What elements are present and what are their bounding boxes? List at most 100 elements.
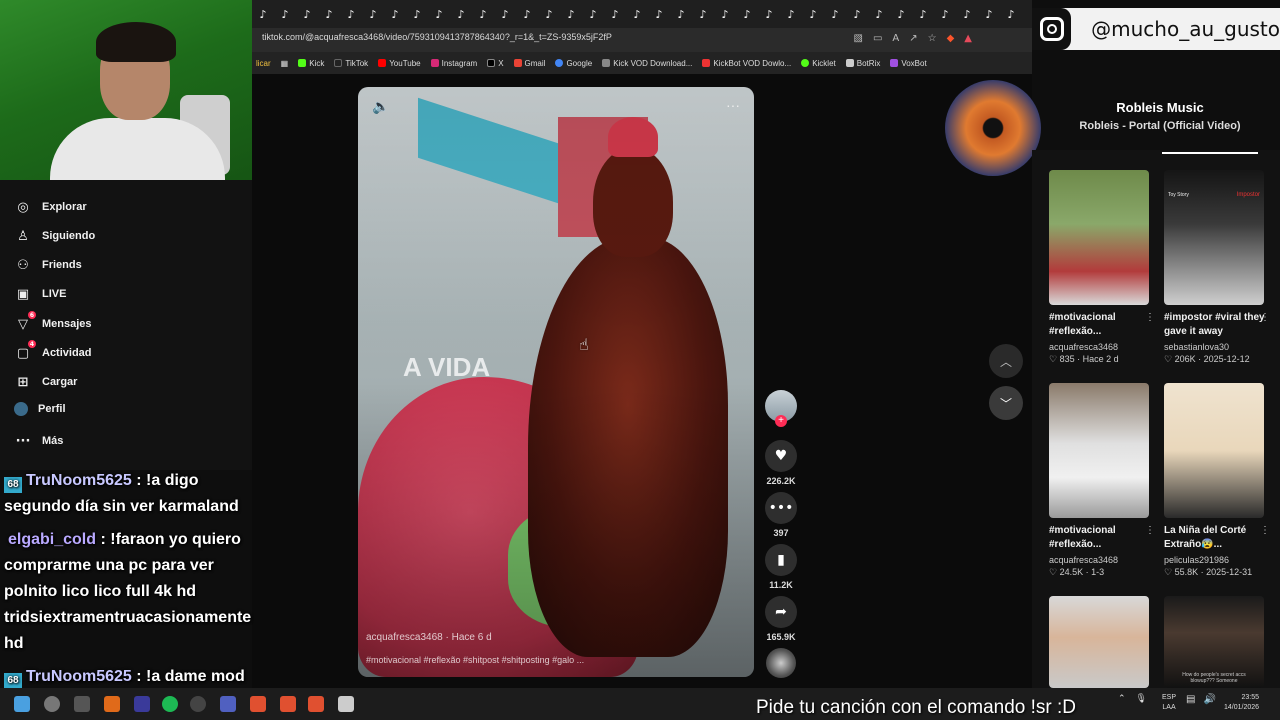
browser-tab-tiktok-icon[interactable]: ♪ (516, 0, 538, 28)
video-thumbnail[interactable] (1164, 383, 1264, 518)
bookmark-x[interactable]: X (487, 59, 504, 68)
browser-tab-tiktok-icon[interactable]: ♪ (978, 0, 1000, 28)
recommendation-card[interactable]: #motivacional #reflexão... acquafresca34… (1049, 170, 1155, 365)
music-widget[interactable]: Robleis Music Robleis - Portal (Official… (935, 70, 1280, 176)
recommendation-card[interactable] (1049, 596, 1151, 688)
browser-tab-tiktok-icon[interactable]: ♪ (670, 0, 692, 28)
browser-tab-tiktok-icon[interactable]: ♪ (1000, 0, 1022, 28)
next-video-chevron-down-icon[interactable]: ﹀ (989, 386, 1023, 420)
browser-tab-tiktok-icon[interactable]: ♪ (824, 0, 846, 28)
apps-grid-icon[interactable]: ▦ (281, 59, 289, 68)
search-icon[interactable] (44, 696, 60, 712)
spotify-icon[interactable] (162, 696, 178, 712)
cast-icon[interactable]: ▭ (873, 33, 882, 44)
bookmark-kickbot-vod[interactable]: KickBot VOD Dowlo... (702, 59, 791, 68)
video-thumbnail[interactable] (1049, 383, 1149, 518)
video-player[interactable]: A VIDA 🔈 ··· acquafresca3468 · Hace 6 d … (358, 87, 754, 677)
video-thumbnail[interactable] (1049, 596, 1149, 688)
browser-tab-tiktok-icon[interactable]: ♪ (538, 0, 560, 28)
music-disc-icon[interactable] (945, 80, 1041, 176)
card-author[interactable]: acquafresca3468 (1049, 555, 1151, 565)
previous-video-chevron-up-icon[interactable]: ︿ (989, 344, 1023, 378)
task-view-icon[interactable] (74, 696, 90, 712)
brave-icon[interactable] (308, 696, 324, 712)
browser-tab-tiktok-icon[interactable]: ♪ (802, 0, 824, 28)
browser-tab-tiktok-icon[interactable]: ♪ (934, 0, 956, 28)
sidebar-item-perfil[interactable]: Perfil (14, 402, 66, 416)
bookmark-google[interactable]: Google (555, 59, 592, 68)
translate-icon[interactable]: A (892, 33, 899, 44)
sidebar-item-siguiendo[interactable]: ♙ Siguiendo (14, 227, 95, 245)
obs-icon[interactable] (190, 696, 206, 712)
heart-icon[interactable]: ♥ (765, 440, 797, 472)
brave-icon[interactable] (250, 696, 266, 712)
follow-plus-icon[interactable]: + (775, 415, 787, 427)
browser-tab-tiktok-icon[interactable]: ♪ (956, 0, 978, 28)
recommendation-card[interactable]: #motivacional #reflexão... acquafresca34… (1049, 383, 1155, 578)
sidebar-item-mas[interactable]: ··· Más (14, 432, 64, 450)
card-more-icon[interactable]: ⋮ (1260, 525, 1270, 536)
share-action[interactable]: ➦ 165.9K (764, 596, 798, 642)
recommendation-card[interactable]: How do people's secret accs blowup??? So… (1164, 596, 1266, 688)
bookmark-kick[interactable]: Kick (298, 59, 324, 68)
browser-tab-tiktok-icon[interactable]: ♪ (560, 0, 582, 28)
file-icon[interactable] (338, 696, 354, 712)
bookmark-voxbot[interactable]: VoxBot (890, 59, 927, 68)
browser-tab-tiktok-icon[interactable]: ♪ (582, 0, 604, 28)
windows-start-icon[interactable] (14, 696, 30, 712)
brave-icon[interactable] (280, 696, 296, 712)
browser-tab-tiktok-icon[interactable]: ♪ (252, 0, 274, 28)
browser-tab-tiktok-icon[interactable]: ♪ (846, 0, 868, 28)
browser-tab-tiktok-icon[interactable]: ♪ (318, 0, 340, 28)
browser-tab-tiktok-icon[interactable]: ♪ (626, 0, 648, 28)
bookmark-kicklet[interactable]: Kicklet (801, 59, 836, 68)
star-icon[interactable]: ☆ (928, 33, 937, 44)
sidebar-item-live[interactable]: ▣ LIVE (14, 285, 67, 303)
share-arrow-icon[interactable]: ➦ (765, 596, 797, 628)
card-more-icon[interactable]: ⋮ (1145, 525, 1155, 536)
comment-action[interactable]: ••• 397 (764, 492, 798, 538)
share-icon[interactable]: ↗ (909, 33, 917, 44)
card-more-icon[interactable]: ⋮ (1145, 312, 1155, 323)
bookmark-instagram[interactable]: Instagram (430, 59, 477, 68)
browser-tab-tiktok-icon[interactable]: ♪ (406, 0, 428, 28)
browser-tab-tiktok-icon[interactable]: ♪ (912, 0, 934, 28)
browser-tab-tiktok-icon[interactable]: ♪ (604, 0, 626, 28)
chevron-up-icon[interactable]: ⌃ (1118, 694, 1126, 704)
browser-tab-tiktok-icon[interactable]: ♪ (758, 0, 780, 28)
browser-tab-tiktok-icon[interactable]: ♪ (362, 0, 384, 28)
video-thumbnail[interactable]: How do people's secret accs blowup??? So… (1164, 596, 1264, 688)
browser-tab-tiktok-icon[interactable]: ♪ (472, 0, 494, 28)
video-thumbnail[interactable]: Toy Story Impostor (1164, 170, 1264, 305)
sidebar-item-mensajes[interactable]: ▽ 6 Mensajes (14, 311, 92, 333)
bookmark-partial[interactable]: licar (256, 59, 271, 68)
app-icon[interactable] (220, 696, 236, 712)
browser-tab-tiktok-icon[interactable]: ♪ (692, 0, 714, 28)
brave-shield-icon[interactable]: ◆ (947, 33, 955, 44)
bookmark-gmail[interactable]: Gmail (513, 59, 545, 68)
bookmark-kick-vod[interactable]: Kick VOD Download... (602, 59, 692, 68)
language-indicator[interactable]: ESP LAA (1162, 693, 1176, 713)
sidebar-item-explorar[interactable]: ◎ Explorar (14, 198, 86, 216)
card-author[interactable]: sebastianlova30 (1164, 342, 1266, 352)
volume-icon[interactable]: 🔊 (1203, 694, 1215, 705)
microphone-icon[interactable]: 🎙 (1136, 694, 1147, 704)
clock[interactable]: 23:55 14/01/2026 (1224, 693, 1259, 713)
browser-tab-tiktok-icon[interactable]: ♪ (340, 0, 362, 28)
sidebar-item-friends[interactable]: ⚇ Friends (14, 256, 82, 274)
app-icon[interactable] (104, 696, 120, 712)
browser-tab-tiktok-icon[interactable]: ♪ (428, 0, 450, 28)
screenshot-icon[interactable]: ▧ (853, 33, 862, 44)
browser-tab-tiktok-icon[interactable]: ♪ (780, 0, 802, 28)
bookmark-youtube[interactable]: YouTube (378, 59, 421, 68)
address-bar[interactable]: tiktok.com/@acquafresca3468/video/759310… (252, 28, 1032, 52)
more-options-icon[interactable]: ··· (726, 97, 740, 113)
music-disc-icon[interactable] (766, 648, 796, 678)
browser-tab-tiktok-icon[interactable]: ♪ (450, 0, 472, 28)
video-author[interactable]: acquafresca3468 · Hace 6 d (366, 632, 492, 643)
video-thumbnail[interactable] (1049, 170, 1149, 305)
url-text[interactable]: tiktok.com/@acquafresca3468/video/759310… (262, 32, 612, 42)
network-icon[interactable]: ▤ (1186, 694, 1195, 705)
bookmark-tiktok[interactable]: TikTok (334, 59, 368, 68)
recommendation-card[interactable]: Toy Story Impostor #impostor #viral they… (1164, 170, 1270, 365)
